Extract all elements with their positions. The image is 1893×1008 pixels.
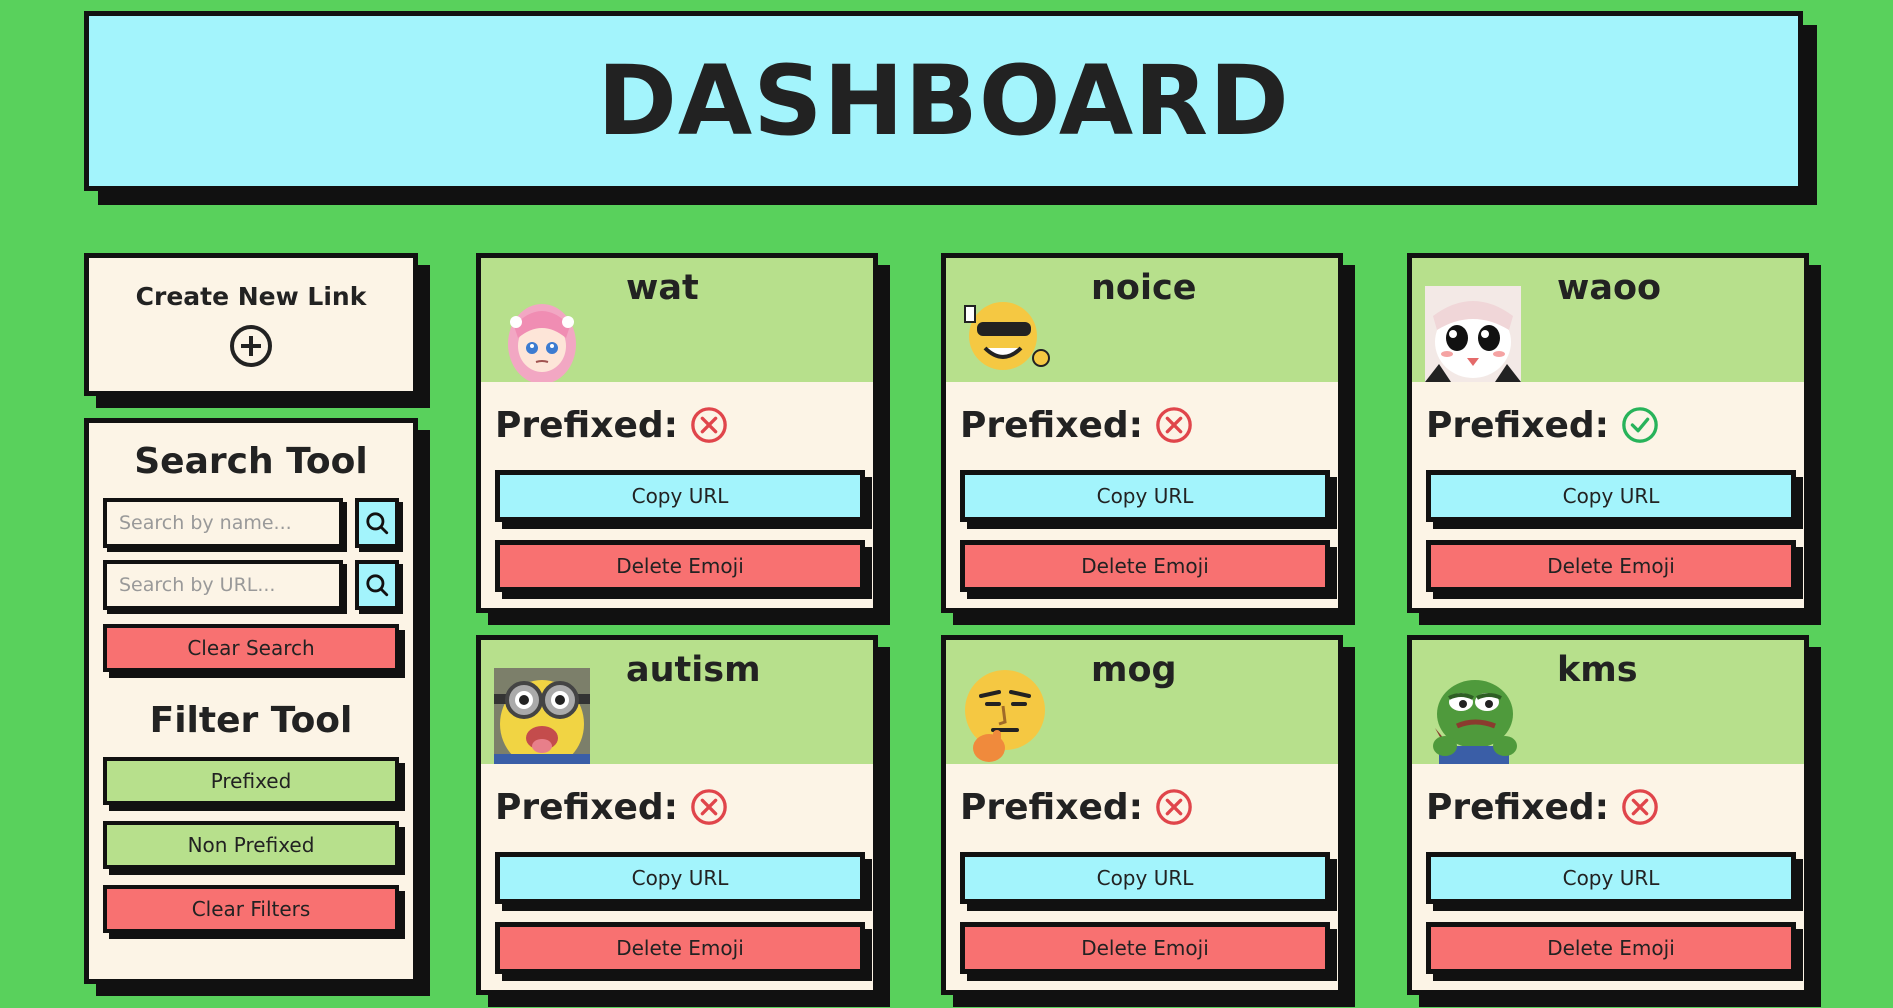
delete-emoji-button[interactable]: Delete Emoji [1426, 540, 1796, 592]
clear-search-button[interactable]: Clear Search [103, 624, 399, 672]
x-circle-icon [1156, 407, 1192, 443]
copy-url-button[interactable]: Copy URL [960, 852, 1330, 904]
emoji-name: kms [1557, 650, 1638, 690]
card-header: wat [481, 258, 873, 382]
prefixed-row: Prefixed: [495, 784, 859, 830]
prefixed-label: Prefixed: [495, 786, 679, 828]
card-header: mog [946, 640, 1338, 764]
prefixed-row: Prefixed: [495, 402, 859, 448]
prefixed-label: Prefixed: [960, 786, 1144, 828]
copy-url-button[interactable]: Copy URL [495, 852, 865, 904]
prefixed-label: Prefixed: [960, 404, 1144, 446]
emoji-card: wat Prefixed: Copy URL Delete Emoji [476, 253, 878, 613]
emoji-name: mog [1091, 650, 1177, 690]
prefixed-label: Prefixed: [1426, 786, 1610, 828]
search-url-input[interactable] [103, 560, 343, 610]
card-header: waoo [1412, 258, 1804, 382]
emoji-image [1425, 286, 1521, 382]
copy-url-button[interactable]: Copy URL [1426, 852, 1796, 904]
emoji-card: kms Prefixed: Copy URL Delete Emoji [1407, 635, 1809, 995]
copy-url-button[interactable]: Copy URL [960, 470, 1330, 522]
copy-url-button[interactable]: Copy URL [1426, 470, 1796, 522]
filter-non-prefixed-button[interactable]: Non Prefixed [103, 821, 399, 869]
search-icon [366, 512, 389, 535]
prefixed-row: Prefixed: [1426, 784, 1790, 830]
card-header: autism [481, 640, 873, 764]
x-circle-icon [1156, 789, 1192, 825]
copy-url-button[interactable]: Copy URL [495, 470, 865, 522]
emoji-name: waoo [1557, 268, 1662, 308]
emoji-name: autism [626, 650, 761, 690]
emoji-image [959, 668, 1055, 764]
prefixed-row: Prefixed: [1426, 402, 1790, 448]
check-circle-icon [1622, 407, 1658, 443]
delete-emoji-button[interactable]: Delete Emoji [960, 540, 1330, 592]
prefixed-label: Prefixed: [495, 404, 679, 446]
page-title: DASHBOARD [597, 45, 1290, 157]
delete-emoji-button[interactable]: Delete Emoji [495, 922, 865, 974]
filter-prefixed-button[interactable]: Prefixed [103, 757, 399, 805]
x-circle-icon [691, 789, 727, 825]
card-header: noice [946, 258, 1338, 382]
delete-emoji-button[interactable]: Delete Emoji [1426, 922, 1796, 974]
emoji-image [494, 668, 590, 764]
search-name-row [103, 498, 399, 548]
prefixed-row: Prefixed: [960, 402, 1324, 448]
prefixed-label: Prefixed: [1426, 404, 1610, 446]
prefixed-row: Prefixed: [960, 784, 1324, 830]
filter-tool-title: Filter Tool [149, 700, 353, 741]
search-icon [366, 574, 389, 597]
clear-filters-button[interactable]: Clear Filters [103, 885, 399, 933]
emoji-image [959, 286, 1055, 382]
emoji-card: autism Prefixed: Copy URL Delete Emoji [476, 635, 878, 995]
emoji-card: mog Prefixed: Copy URL Delete Emoji [941, 635, 1343, 995]
card-header: kms [1412, 640, 1804, 764]
search-tool-title: Search Tool [134, 441, 368, 482]
emoji-name: noice [1091, 268, 1197, 308]
create-link-panel: Create New Link [84, 253, 418, 396]
dashboard-header: DASHBOARD [84, 11, 1803, 191]
create-link-label: Create New Link [135, 282, 367, 311]
emoji-image [494, 286, 590, 382]
search-url-button[interactable] [355, 560, 399, 610]
emoji-image [1425, 668, 1521, 764]
emoji-card: noice Prefixed: Copy URL Delete Emoji [941, 253, 1343, 613]
delete-emoji-button[interactable]: Delete Emoji [960, 922, 1330, 974]
search-name-input[interactable] [103, 498, 343, 548]
search-url-row [103, 560, 399, 610]
x-circle-icon [1622, 789, 1658, 825]
search-name-button[interactable] [355, 498, 399, 548]
x-circle-icon [691, 407, 727, 443]
add-link-icon[interactable] [230, 325, 272, 367]
emoji-name: wat [626, 268, 699, 308]
emoji-card: waoo Prefixed: Copy URL Delete Emoji [1407, 253, 1809, 613]
delete-emoji-button[interactable]: Delete Emoji [495, 540, 865, 592]
search-filter-panel: Search Tool Clear Search Filter Tool Pre… [84, 418, 418, 984]
